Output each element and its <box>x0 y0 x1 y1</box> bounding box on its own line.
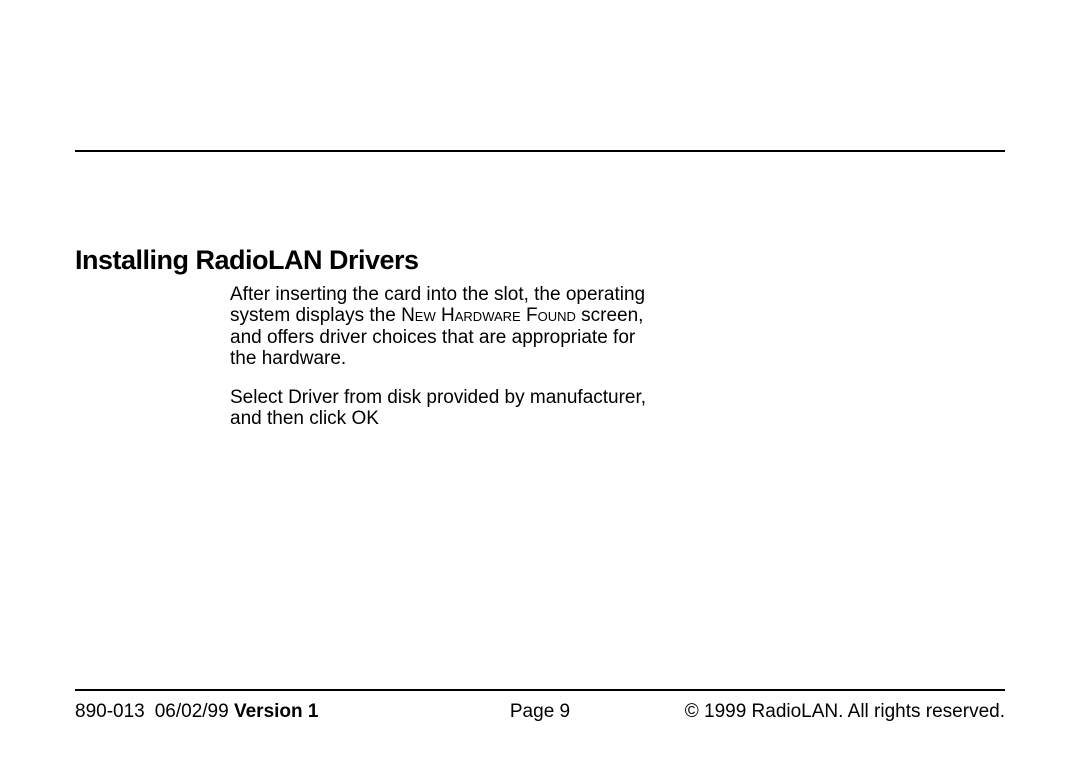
top-rule <box>75 150 1005 152</box>
page-container: Installing RadioLAN Drivers After insert… <box>0 0 1080 771</box>
footer-rule <box>75 689 1005 691</box>
paragraph-2: Select Driver from disk provided by manu… <box>230 387 650 430</box>
footer-center: Page 9 <box>510 701 570 723</box>
section-heading: Installing RadioLAN Drivers <box>75 245 1005 276</box>
body-text: After inserting the card into the slot, … <box>230 284 650 430</box>
doc-number: 890-013 <box>75 701 145 723</box>
version-label: Version 1 <box>234 701 319 722</box>
content-area: Installing RadioLAN Drivers After insert… <box>75 245 1005 448</box>
paragraph-1: After inserting the card into the slot, … <box>230 284 650 369</box>
doc-date-version: 06/02/99 Version 1 <box>155 701 319 723</box>
footer: 890-013 06/02/99 Version 1 Page 9 © 1999… <box>75 701 1005 723</box>
copyright: © 1999 RadioLAN. All rights reserved. <box>685 701 1005 722</box>
page-label: Page 9 <box>510 701 570 722</box>
footer-left: 890-013 06/02/99 Version 1 <box>75 701 318 723</box>
doc-date: 06/02/99 <box>155 701 229 722</box>
footer-right: © 1999 RadioLAN. All rights reserved. <box>685 701 1005 723</box>
paragraph-1-smallcaps: New Hardware Found <box>401 305 576 326</box>
